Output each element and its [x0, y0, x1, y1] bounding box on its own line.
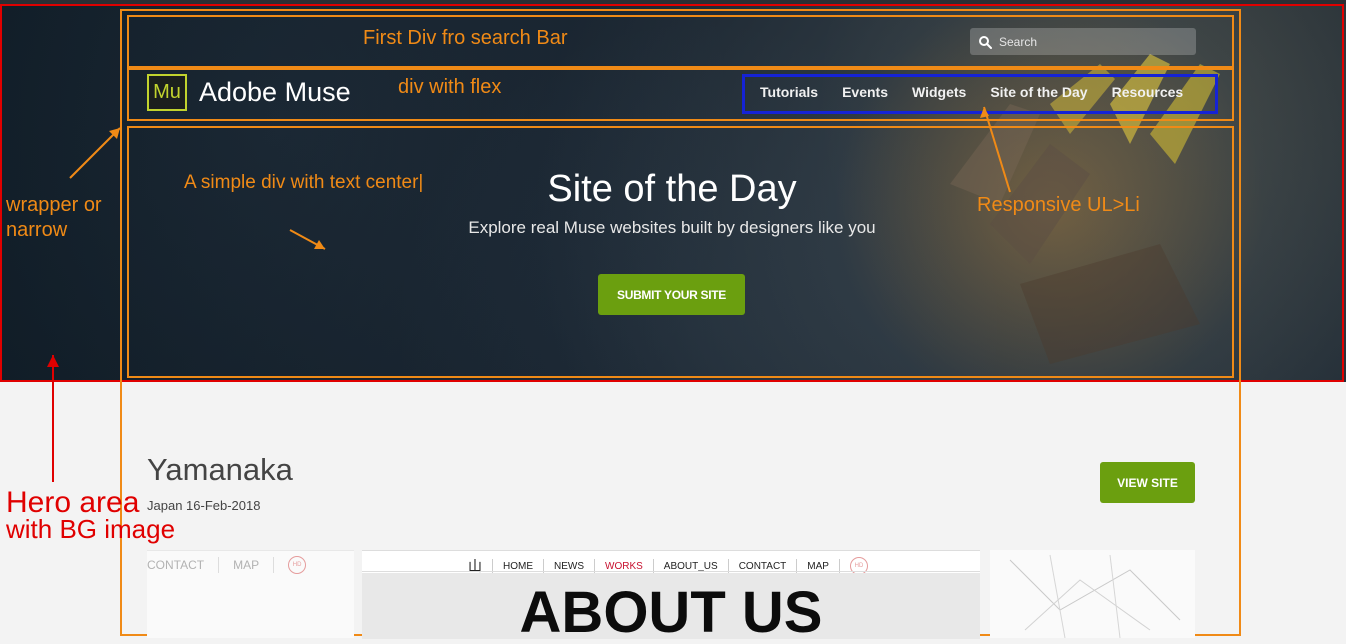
- annotation-search-bar: First Div fro search Bar: [363, 27, 568, 49]
- preview-nav-news: NEWS: [554, 560, 584, 572]
- annotation-wrapper-line2: narrow: [6, 219, 68, 241]
- divider: [218, 557, 220, 573]
- nav-item-tutorials[interactable]: Tutorials: [760, 84, 818, 100]
- site-meta: Japan 16-Feb-2018: [147, 498, 261, 513]
- brand-name: Adobe Muse: [199, 77, 351, 107]
- nav-item-resources[interactable]: Resources: [1112, 84, 1184, 100]
- center-annotation-box: [127, 126, 1234, 378]
- hd-icon: HD: [288, 556, 307, 574]
- preview-thumbnail-main[interactable]: 山 HOME NEWS WORKS ABOUT_US CONTACT MAP H…: [362, 550, 980, 644]
- submit-site-button[interactable]: SUBMIT YOUR SITE: [598, 274, 745, 315]
- divider: [273, 557, 275, 573]
- preview-left-link-contact: CONTACT: [147, 558, 205, 572]
- search-box[interactable]: [970, 28, 1196, 55]
- annotation-flex: div with flex: [398, 76, 502, 98]
- nav-item-events[interactable]: Events: [842, 84, 888, 100]
- preview-nav-works: WORKS: [605, 560, 643, 572]
- search-input[interactable]: [999, 34, 1189, 49]
- preview-nav-map: MAP: [807, 560, 829, 572]
- preview-left-nav: CONTACT MAP HD: [147, 556, 307, 574]
- search-icon: [979, 35, 992, 49]
- main-nav: Tutorials Events Widgets Site of the Day…: [760, 84, 1183, 100]
- preview-heading: ABOUT US: [519, 580, 823, 644]
- annotation-responsive: Responsive UL>Li: [977, 194, 1140, 216]
- preview-nav-about-us: ABOUT_US: [663, 560, 718, 572]
- hero-subtitle: Explore real Muse websites built by desi…: [468, 218, 876, 237]
- preview-nav-home: HOME: [503, 560, 533, 572]
- nav-item-site-of-the-day[interactable]: Site of the Day: [990, 84, 1087, 100]
- preview-nav-rule: [362, 571, 980, 572]
- view-site-button[interactable]: VIEW SITE: [1100, 462, 1195, 503]
- brand-logo[interactable]: Mu Adobe Muse: [147, 74, 351, 111]
- nav-item-widgets[interactable]: Widgets: [912, 84, 966, 100]
- annotation-wrapper-line1: wrapper or: [6, 194, 102, 216]
- muse-logo-icon: Mu: [147, 74, 187, 111]
- annotation-center: A simple div with text center|: [184, 172, 424, 193]
- annotation-hero-line2: with BG image: [6, 514, 176, 544]
- preview-thumbnail-left[interactable]: CONTACT MAP HD: [147, 550, 354, 638]
- site-title: Yamanaka: [147, 452, 293, 487]
- preview-thumbnail-right[interactable]: [990, 550, 1195, 639]
- preview-map-sketch: [1009, 554, 1181, 639]
- preview-nav-contact: CONTACT: [738, 560, 787, 572]
- preview-left-link-map: MAP: [233, 558, 260, 572]
